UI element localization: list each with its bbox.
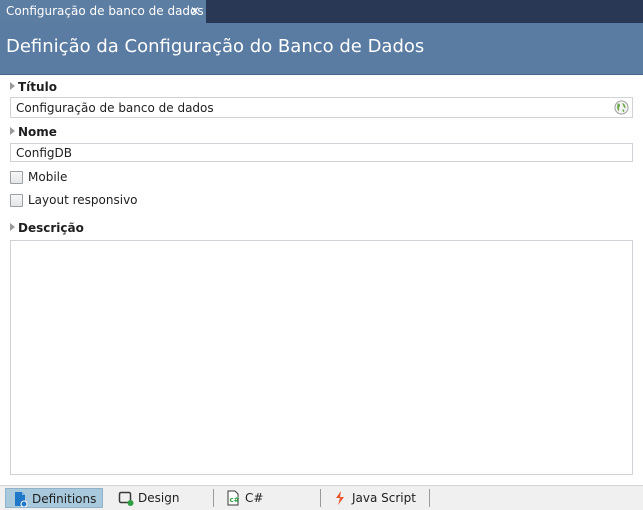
page-title: Definição da Configuração do Banco de Da… [6, 36, 425, 57]
responsive-layout-label: Layout responsivo [28, 193, 138, 207]
title-input[interactable] [10, 97, 633, 118]
view-tab-label: C# [245, 491, 264, 505]
expand-arrow-icon[interactable] [10, 127, 15, 135]
title-label: Título [10, 80, 57, 94]
document-tab-strip: Configuração de banco de dados ✕ [0, 0, 643, 23]
javascript-icon [336, 491, 344, 505]
mobile-label: Mobile [28, 170, 68, 184]
view-tab-csharp[interactable]: c# C# [219, 488, 317, 508]
responsive-layout-checkbox[interactable] [10, 194, 23, 207]
expand-arrow-icon[interactable] [10, 223, 15, 231]
view-tab-definitions[interactable]: Definitions [5, 488, 103, 508]
globe-translate-icon[interactable] [614, 100, 629, 115]
separator [213, 489, 214, 507]
expand-arrow-icon[interactable] [10, 82, 15, 90]
separator [429, 489, 430, 507]
view-tab-javascript[interactable]: Java Script [326, 488, 426, 508]
csharp-file-icon: c# [227, 490, 240, 506]
svg-text:c#: c# [230, 496, 240, 504]
description-label: Descrição [10, 221, 84, 235]
view-tab-label: Design [138, 491, 180, 505]
name-input[interactable] [10, 143, 633, 162]
view-switcher-bar: Definitions Design c# C# Java Script [0, 485, 643, 510]
view-tab-label: Java Script [352, 491, 416, 505]
separator [320, 489, 321, 507]
design-icon [118, 491, 134, 506]
view-tab-label: Definitions [32, 492, 97, 506]
document-tab-title: Configuração de banco de dados [6, 4, 204, 18]
name-label: Nome [10, 125, 57, 139]
definitions-icon [15, 492, 28, 507]
document-tab[interactable]: Configuração de banco de dados ✕ [0, 0, 206, 23]
description-textarea[interactable] [10, 240, 633, 475]
page-header: Definição da Configuração do Banco de Da… [0, 23, 643, 75]
view-tab-design[interactable]: Design [112, 488, 210, 508]
close-icon[interactable]: ✕ [190, 0, 200, 22]
mobile-checkbox[interactable] [10, 171, 23, 184]
